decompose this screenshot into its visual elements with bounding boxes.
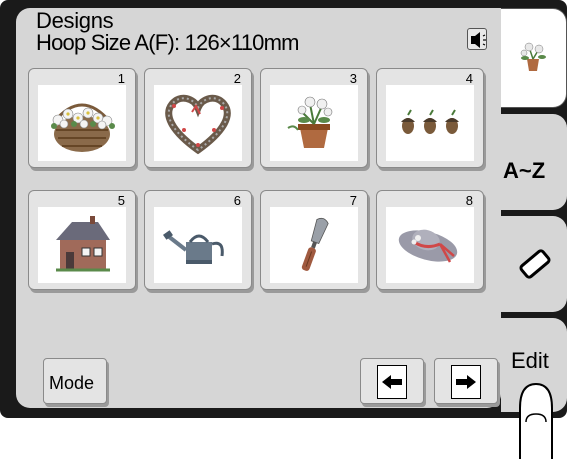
flower-pot-icon <box>270 85 358 161</box>
speaker-icon[interactable] <box>467 28 487 50</box>
tab-a-to-z[interactable]: A~Z <box>501 114 567 210</box>
design-tile-6[interactable]: 6 <box>144 190 252 290</box>
eraser-icon <box>519 249 551 279</box>
pointing-finger-icon <box>519 382 553 459</box>
design-number: 1 <box>117 71 125 86</box>
house-icon <box>38 207 126 283</box>
design-number: 6 <box>233 193 241 208</box>
page-title: Designs <box>36 8 114 33</box>
mode-button[interactable]: Mode <box>43 358 107 404</box>
design-number: 8 <box>465 193 473 208</box>
page-next-icon <box>451 365 481 399</box>
design-tile-8[interactable]: 8 <box>376 190 484 290</box>
design-number: 2 <box>233 71 241 86</box>
design-number: 3 <box>349 71 357 86</box>
design-tile-7[interactable]: 7 <box>260 190 368 290</box>
design-number: 5 <box>117 193 125 208</box>
hoop-size-label: Hoop Size A(F): 126×110mm <box>36 30 299 55</box>
design-tile-3[interactable]: 3 <box>260 68 368 168</box>
design-number: 4 <box>465 71 473 86</box>
heart-wreath-icon <box>154 85 242 161</box>
next-page-button[interactable] <box>434 358 498 404</box>
design-number: 7 <box>349 193 357 208</box>
lcd-screen: Designs Hoop Size A(F): 126×110mm 1 2 3 … <box>16 8 501 408</box>
design-tile-2[interactable]: 2 <box>144 68 252 168</box>
tab-eraser[interactable] <box>501 216 567 312</box>
flower-basket-icon <box>38 85 126 161</box>
watering-can-icon <box>154 207 242 283</box>
design-tile-5[interactable]: 5 <box>28 190 136 290</box>
trowel-icon <box>270 207 358 283</box>
design-tile-1[interactable]: 1 <box>28 68 136 168</box>
sun-hat-icon <box>386 207 474 283</box>
prev-page-button[interactable] <box>360 358 424 404</box>
tab-preview[interactable] <box>501 8 567 108</box>
page-prev-icon <box>377 365 407 399</box>
flower-pot-icon <box>520 42 546 71</box>
design-tile-4[interactable]: 4 <box>376 68 484 168</box>
acorns-icon <box>386 85 474 161</box>
